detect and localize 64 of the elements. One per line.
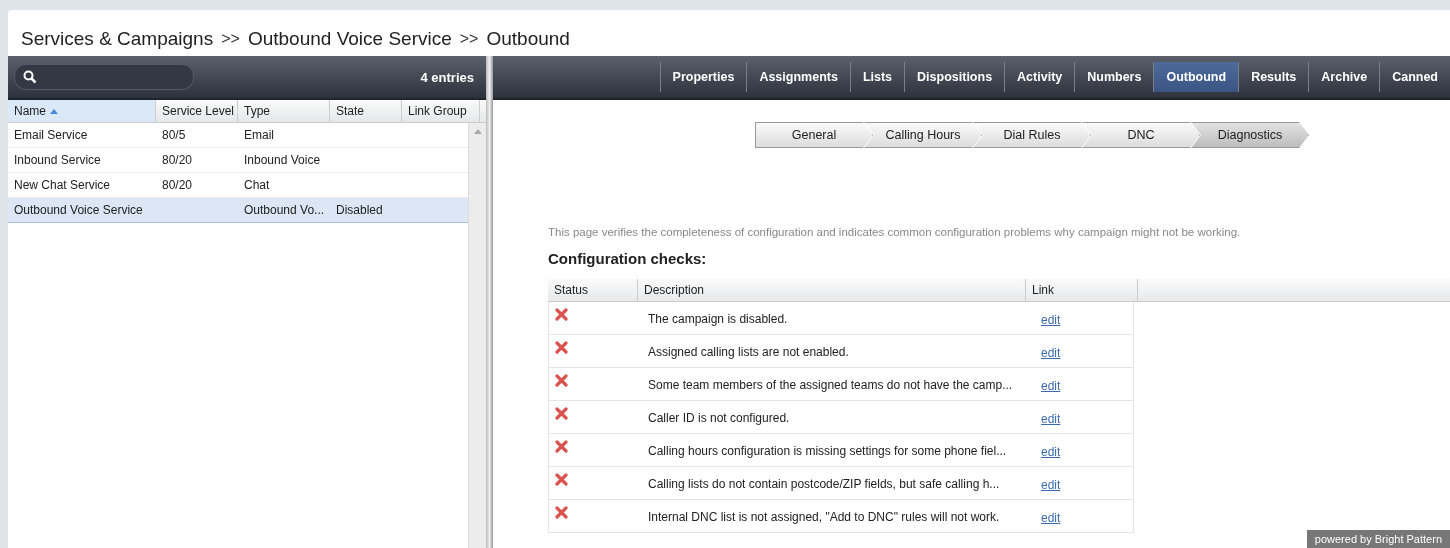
table-cell-text: Email (243, 127, 275, 144)
check-description: Assigned calling lists are not enabled. (647, 344, 850, 361)
column-header[interactable]: Type (238, 100, 330, 122)
edit-link[interactable]: edit (1041, 368, 1061, 393)
check-description: Some team members of the assigned teams do not have the camp... (647, 377, 1014, 394)
column-header[interactable]: State (330, 100, 402, 122)
edit-link[interactable]: edit (1041, 500, 1061, 525)
tab[interactable]: Archive (1308, 62, 1380, 92)
column-header: Status (548, 279, 638, 301)
sort-ascending-icon (50, 108, 58, 114)
intro-text: This page verifies the completeness of configuration and indicates common configuration problems why campaign might not be working. (548, 226, 1242, 238)
breadcrumb-item: Outbound Voice Service (247, 28, 452, 50)
breadcrumb-separator: >> (459, 30, 479, 48)
tab[interactable]: Activity (1004, 62, 1075, 92)
table-cell-text: 80/20 (161, 177, 194, 194)
column-header[interactable]: Service Level (156, 100, 238, 122)
table-cell-text: Inbound Voice (243, 152, 322, 169)
breadcrumb-item: Services & Campaigns (21, 28, 214, 50)
powered-by-badge: powered by Bright Pattern (1306, 530, 1450, 548)
tab[interactable]: Results (1238, 62, 1309, 92)
table-cell-text: 80/20 (161, 152, 194, 169)
tab[interactable]: Canned (1379, 62, 1450, 92)
table-cell-text: Disabled (335, 202, 384, 219)
tab[interactable]: Assignments (746, 62, 850, 92)
table-cell-text: Outbound Voice Service (13, 202, 144, 219)
wizard-step[interactable]: General (755, 122, 873, 148)
tab[interactable]: Properties (659, 62, 747, 92)
tab[interactable]: Dispositions (904, 62, 1005, 92)
edit-link[interactable]: edit (1041, 302, 1061, 327)
section-heading: Configuration checks: (548, 250, 708, 267)
tab[interactable]: Lists (849, 62, 905, 92)
search-icon (23, 70, 37, 84)
column-header: Link (1026, 279, 1138, 301)
wizard-step[interactable]: Diagnostics (1191, 122, 1309, 148)
panel-splitter[interactable] (486, 56, 493, 548)
table-cell-text: Email Service (13, 127, 89, 144)
edit-link[interactable]: edit (1041, 434, 1061, 459)
table-cell-text: New Chat Service (13, 177, 112, 194)
column-header[interactable]: Name (8, 100, 156, 122)
scrollbar[interactable] (468, 123, 486, 548)
entries-count: 4 entries (420, 69, 474, 85)
check-description: Caller ID is not configured. (647, 410, 791, 427)
check-description: The campaign is disabled. (647, 311, 789, 328)
wizard-step[interactable]: Calling Hours (864, 122, 982, 148)
edit-link[interactable]: edit (1041, 401, 1061, 426)
check-description: Internal DNC list is not assigned, "Add to DNC" rules will not work. (647, 509, 1001, 526)
list-row[interactable]: Outbound Voice Service Outbound Vo... Disabled (8, 198, 468, 223)
check-description: Calling hours configuration is missing settings for some phone fiel... (647, 443, 1008, 460)
search-field[interactable] (14, 64, 194, 90)
check-description: Calling lists do not contain postcode/ZIP fields, but safe calling h... (647, 476, 1001, 493)
edit-link[interactable]: edit (1041, 335, 1061, 360)
wizard-step[interactable]: Dial Rules (973, 122, 1091, 148)
wizard-step[interactable]: DNC (1082, 122, 1200, 148)
breadcrumb-item: Outbound (486, 28, 570, 50)
table-cell-text: Outbound Vo... (243, 202, 326, 219)
table-cell-text: 80/5 (161, 127, 187, 144)
breadcrumb-separator: >> (221, 30, 240, 48)
scroll-up-icon (473, 129, 482, 134)
column-header[interactable]: Link Group (402, 100, 480, 122)
table-cell-text: Inbound Service (13, 152, 102, 169)
tab[interactable]: Outbound (1153, 62, 1239, 92)
edit-link[interactable]: edit (1041, 467, 1061, 492)
table-cell-text: Chat (243, 177, 271, 194)
column-header: Description (638, 279, 1026, 301)
